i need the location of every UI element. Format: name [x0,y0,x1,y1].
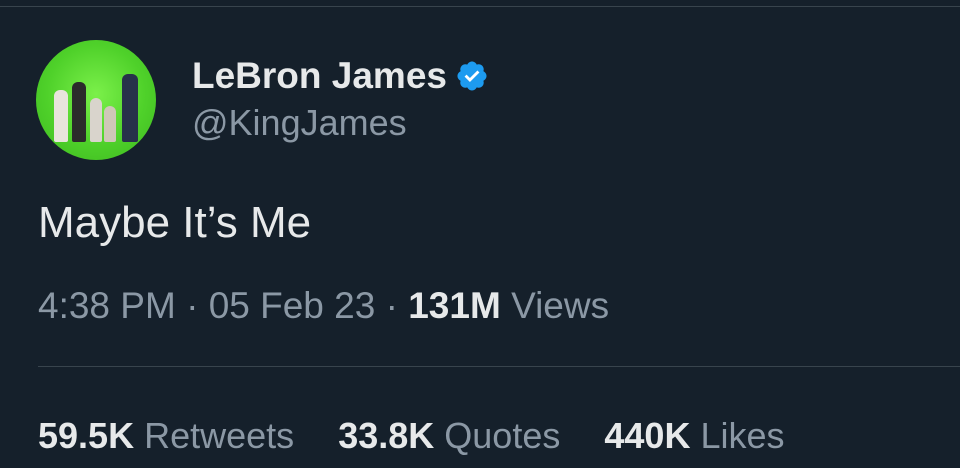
top-divider [0,6,960,7]
display-name[interactable]: LeBron James [192,54,447,98]
verified-badge-icon [457,61,487,91]
meta-separator: · [385,285,398,326]
tweet-time[interactable]: 4:38 PM [38,285,176,326]
author-names: LeBron James @KingJames [192,54,489,146]
tweet-stats: 59.5K Retweets 33.8K Quotes 440K Likes [38,414,785,458]
views-count: 131M [408,285,501,326]
stats-divider [38,366,960,367]
display-name-row: LeBron James [192,54,489,98]
likes-stat[interactable]: 440K Likes [604,415,784,456]
quotes-count: 33.8K [338,415,435,456]
tweet-date[interactable]: 05 Feb 23 [209,285,376,326]
tweet-header: LeBron James @KingJames [36,40,489,160]
quotes-stat[interactable]: 33.8K Quotes [338,415,560,456]
views-label: Views [511,285,610,326]
likes-label: Likes [700,415,785,456]
user-handle[interactable]: @KingJames [192,100,489,146]
tweet-meta: 4:38 PM · 05 Feb 23 · 131M Views [38,284,609,328]
quotes-label: Quotes [444,415,561,456]
avatar[interactable] [36,40,156,160]
tweet-text: Maybe It’s Me [38,198,312,247]
retweets-label: Retweets [144,415,295,456]
retweets-count: 59.5K [38,415,135,456]
likes-count: 440K [604,415,691,456]
retweets-stat[interactable]: 59.5K Retweets [38,415,294,456]
meta-separator: · [186,285,199,326]
